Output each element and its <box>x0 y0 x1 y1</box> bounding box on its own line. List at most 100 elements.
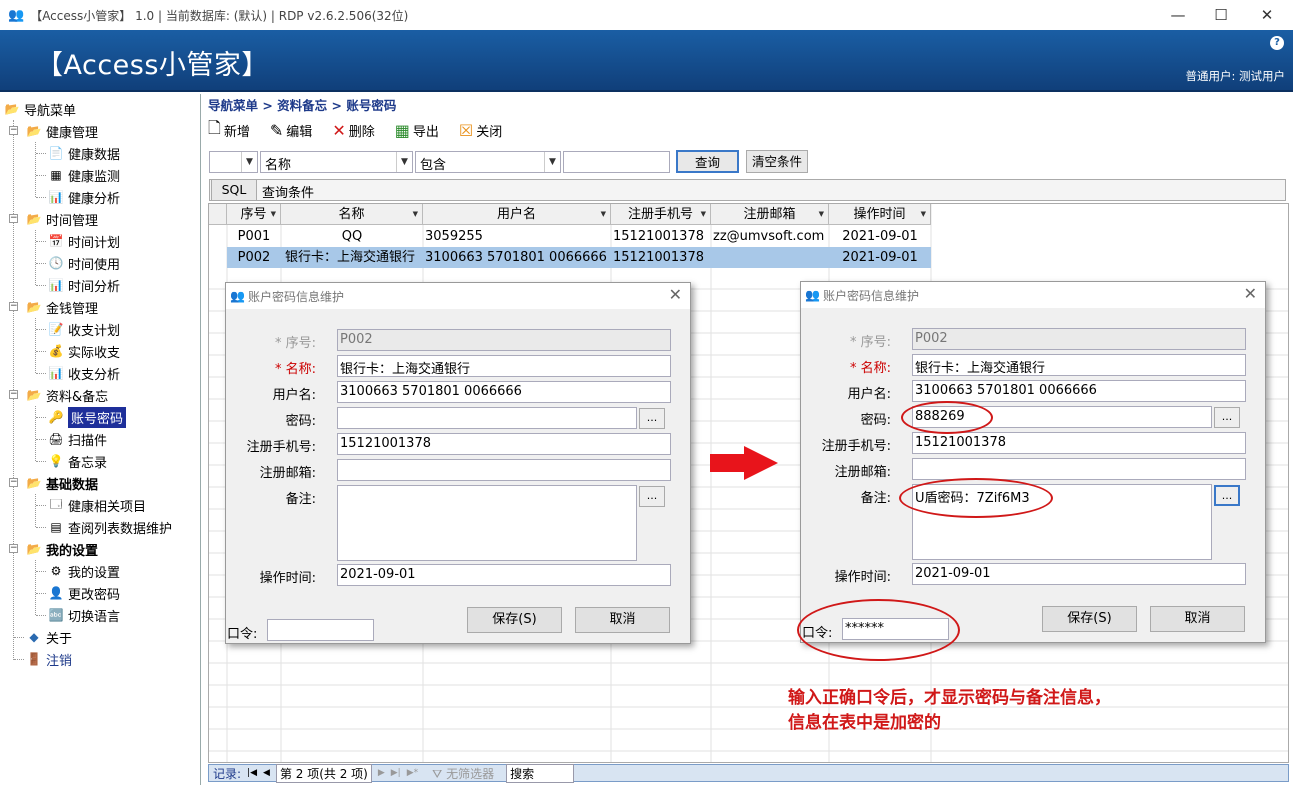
logic-select[interactable]: ▼ <box>209 151 258 173</box>
nav-item-about[interactable]: ◆ 关于 <box>26 626 72 648</box>
close-icon[interactable]: ✕ <box>1244 284 1257 303</box>
passphrase-field[interactable] <box>267 619 374 641</box>
password-more-button[interactable]: ... <box>1214 407 1240 428</box>
expand-toggle[interactable]: − <box>9 478 18 487</box>
nav-item-accounts[interactable]: 🔑 账号密码 <box>48 406 127 428</box>
nav-item-time-analysis[interactable]: 📊 时间分析 <box>48 274 121 296</box>
prev-record-icon[interactable]: ◀ <box>263 768 270 778</box>
nav-item-change-password[interactable]: 👤 更改密码 <box>48 582 121 604</box>
column-header[interactable]: 用户名 ▼ <box>423 204 611 225</box>
nav-item-memo[interactable]: 💡 备忘录 <box>48 450 108 472</box>
delete-button[interactable]: ✕ 删除 <box>332 121 374 140</box>
folder-icon: 📂 <box>26 542 42 556</box>
username-field[interactable]: 3100663 5701801 0066666 <box>337 381 671 403</box>
nav-item-lookup-lists[interactable]: ▤ 查阅列表数据维护 <box>48 516 172 538</box>
column-header[interactable]: 注册邮箱 ▼ <box>711 204 829 225</box>
folder-icon: 📂 <box>26 212 42 226</box>
close-button[interactable]: ☒ 关闭 <box>459 121 502 140</box>
nav-group-time[interactable]: 📂 时间管理 <box>26 208 99 230</box>
clear-filter-button[interactable]: 清空条件 <box>746 150 808 173</box>
app-title: 【Access小管家】 <box>36 50 269 81</box>
time-field[interactable]: 2021-09-01 <box>912 563 1246 585</box>
nav-item-language[interactable]: 🔤 切换语言 <box>48 604 121 626</box>
export-button[interactable]: ▦ 导出 <box>395 121 439 140</box>
new-record-icon[interactable]: ▶* <box>407 768 418 778</box>
nav-item-health-analysis[interactable]: 📊 健康分析 <box>48 186 121 208</box>
cancel-button[interactable]: 取消 <box>575 607 670 633</box>
phone-field[interactable]: 15121001378 <box>912 432 1246 454</box>
new-button[interactable]: 🗋 新增 <box>208 117 250 144</box>
annotation-text: 输入正确口令后，才显示密码与备注信息， 信息在表中是加密的 <box>788 688 1111 733</box>
username-field[interactable]: 3100663 5701801 0066666 <box>912 380 1246 402</box>
column-header[interactable]: 序号 ▼ <box>227 204 281 225</box>
nav-item-health-items[interactable]: 🗔 健康相关项目 <box>48 494 146 516</box>
phone-field[interactable]: 15121001378 <box>337 433 671 455</box>
expand-toggle[interactable]: − <box>9 214 18 223</box>
folder-icon: 📂 <box>4 102 20 116</box>
email-field[interactable] <box>912 458 1246 480</box>
row-selector-header[interactable] <box>209 204 227 225</box>
note-more-button[interactable]: ... <box>1214 485 1240 506</box>
expand-toggle[interactable]: − <box>9 126 18 135</box>
expand-toggle[interactable]: − <box>9 390 18 399</box>
nav-item-budget-plan[interactable]: 📝 收支计划 <box>48 318 121 340</box>
close-window-button[interactable]: ✕ <box>1244 0 1290 30</box>
no-filter-indicator[interactable]: ⛛ 无筛选器 <box>432 765 494 782</box>
password-more-button[interactable]: ... <box>639 408 665 429</box>
time-field[interactable]: 2021-09-01 <box>337 564 671 586</box>
expand-toggle[interactable]: − <box>9 544 18 553</box>
note-field[interactable] <box>337 485 637 561</box>
nav-group-health[interactable]: 📂 健康管理 <box>26 120 99 142</box>
name-field[interactable]: 银行卡：上海交通银行 <box>337 355 671 377</box>
save-button[interactable]: 保存(S) <box>1042 606 1137 632</box>
nav-item-logout[interactable]: 🚪 注销 <box>26 648 73 670</box>
chevron-down-icon: ▼ <box>544 152 560 172</box>
calendar-icon: 📅 <box>48 234 64 248</box>
column-header[interactable]: 操作时间 ▼ <box>829 204 931 225</box>
maximize-button[interactable]: ☐ <box>1198 0 1244 30</box>
nav-group-settings[interactable]: 📂 我的设置 <box>26 538 99 560</box>
password-field[interactable] <box>337 407 637 429</box>
query-button[interactable]: 查询 <box>676 150 739 173</box>
nav-item-health-monitor[interactable]: ▦ 健康监测 <box>48 164 120 186</box>
cancel-button[interactable]: 取消 <box>1150 606 1245 632</box>
field-select[interactable]: 名称 ▼ <box>260 151 413 173</box>
filter-value-input[interactable] <box>563 151 670 173</box>
chevron-down-icon: ▼ <box>270 210 276 218</box>
record-position[interactable]: 第 2 项(共 2 项) <box>275 763 372 783</box>
chevron-down-icon: ▼ <box>700 210 706 218</box>
edit-button[interactable]: ✎ 编辑 <box>270 121 312 140</box>
nav-item-my-settings[interactable]: ⚙ 我的设置 <box>48 560 120 582</box>
first-record-icon[interactable]: |◀ <box>247 768 257 778</box>
user-key-icon: 👤 <box>48 586 64 600</box>
nav-item-budget-analysis[interactable]: 📊 收支分析 <box>48 362 121 384</box>
sql-button[interactable]: SQL <box>211 179 257 201</box>
column-header[interactable]: 注册手机号 ▼ <box>611 204 711 225</box>
note-more-button[interactable]: ... <box>639 486 665 507</box>
name-field[interactable]: 银行卡：上海交通银行 <box>912 354 1246 376</box>
nav-item-actual-budget[interactable]: 💰 实际收支 <box>48 340 121 362</box>
nav-group-base-data[interactable]: 📂 基础数据 <box>26 472 99 494</box>
column-header[interactable]: 名称 ▼ <box>281 204 423 225</box>
nav-item-time-plan[interactable]: 📅 时间计划 <box>48 230 121 252</box>
nav-item-health-data[interactable]: 📄 健康数据 <box>48 142 121 164</box>
help-icon[interactable]: ? <box>1270 36 1284 50</box>
nav-root[interactable]: 📂 导航菜单 <box>4 98 77 120</box>
search-input[interactable]: 搜索 <box>506 763 575 783</box>
app-icon: 👥 <box>230 289 245 303</box>
close-icon: ☒ <box>458 120 474 140</box>
email-field[interactable] <box>337 459 671 481</box>
minimize-button[interactable]: — <box>1155 0 1201 30</box>
save-button[interactable]: 保存(S) <box>467 607 562 633</box>
nav-item-time-use[interactable]: 🕓 时间使用 <box>48 252 121 274</box>
nav-item-scans[interactable]: 🖨 扫描件 <box>48 428 107 450</box>
expand-toggle[interactable]: − <box>9 302 18 311</box>
chevron-down-icon: ▼ <box>920 210 926 218</box>
next-record-icon[interactable]: ▶ <box>378 768 385 778</box>
close-icon[interactable]: ✕ <box>669 285 682 304</box>
nav-group-docs[interactable]: 📂 资料&备忘 <box>26 384 109 406</box>
last-record-icon[interactable]: ▶| <box>391 768 401 778</box>
operator-select[interactable]: 包含 ▼ <box>415 151 561 173</box>
nav-group-money[interactable]: 📂 金钱管理 <box>26 296 99 318</box>
bar-chart-icon: 📊 <box>48 278 64 292</box>
